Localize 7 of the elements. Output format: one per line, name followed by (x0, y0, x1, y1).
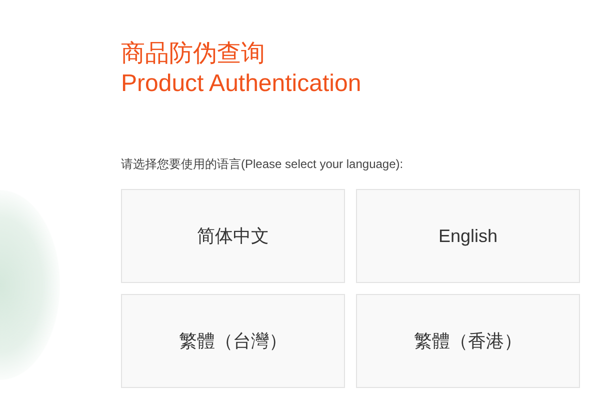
page-subtitle: Product Authentication (121, 70, 362, 98)
language-prompt: 请选择您要使用的语言(Please select your language): (121, 156, 404, 172)
language-button[interactable]: 简体中文 (121, 189, 345, 283)
language-button[interactable]: 繁體（香港） (356, 294, 580, 388)
page-title: 商品防伪查询 (121, 39, 266, 69)
language-button[interactable]: English (356, 189, 580, 283)
language-button[interactable]: 繁體（台灣） (121, 294, 345, 388)
